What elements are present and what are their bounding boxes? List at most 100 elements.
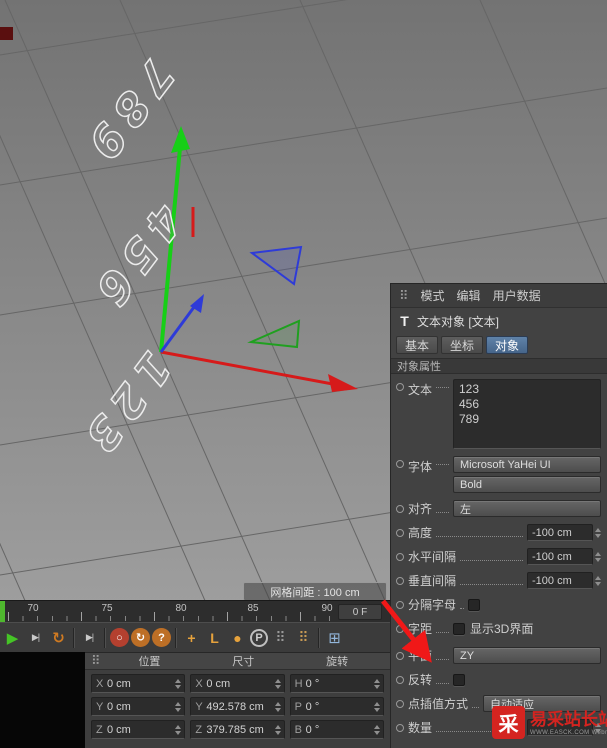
watermark-brand: 易采站长站 [530,709,607,729]
snap-grid-button[interactable]: ⊞ [324,627,345,648]
keyframe-dot[interactable] [396,504,404,513]
count-label: 数量 [408,721,433,735]
menu-mode[interactable]: 模式 [421,287,445,304]
menu-userdata[interactable]: 用户数据 [493,287,541,304]
section-object-properties[interactable]: 对象属性 [391,358,607,374]
keyframe-position-button[interactable]: + [181,627,202,648]
field-spinner[interactable] [374,678,380,689]
font-style-dropdown[interactable]: Bold [453,476,601,493]
autokey-cycle-button[interactable]: ↻ [131,628,150,647]
keyframe-dot[interactable] [396,699,404,708]
watermark-logo: 采 [492,706,525,739]
record-snapshot-button[interactable]: ○ [110,628,129,647]
dotted-leader [436,683,449,684]
x-axis-handle[interactable] [160,350,339,387]
loop-playback-button[interactable]: ↻ [48,627,69,648]
keyframe-dot[interactable] [396,460,404,468]
dotted-leader [436,536,523,537]
rotation-h-field[interactable]: H 0 ° [289,674,384,693]
field-spinner[interactable] [374,701,380,712]
horizontal-spacing-label: 水平间隔 [408,550,457,564]
animation-toolbar: ▶ ▶| ↻ ▶| ○ ↻ ? + L ● P ⠿ ⠿ ⊞ [0,622,390,652]
field-value: 0 ° [305,677,320,690]
dotted-leader [472,707,479,708]
dotted-leader [436,387,449,388]
size-z-field[interactable]: Z 379.785 cm [190,720,285,739]
field-spinner[interactable] [274,701,281,712]
vertical-spacing-spinner[interactable] [595,575,601,586]
height-input[interactable]: -100 cm [527,524,593,541]
reverse-checkbox[interactable] [453,673,465,686]
horizontal-spacing-spinner[interactable] [595,551,601,562]
text-content-input[interactable]: 123 456 789 [453,379,601,449]
size-x-field[interactable]: X 0 cm [190,674,285,693]
position-x-field[interactable]: X 0 cm [91,674,186,693]
keyframe-scale-button[interactable]: L [204,627,225,648]
tab-basic[interactable]: 基本 [396,336,439,354]
coordinate-manager: ⠿ 位置 尺寸 旋转 X 0 cm X 0 cm H 0 ° Y 0 cm Y … [85,652,390,748]
y-axis-arrowhead[interactable] [171,126,190,153]
separate-letters-checkbox[interactable] [468,598,481,611]
keyframe-dot[interactable] [396,552,404,561]
tab-coordinates[interactable]: 坐标 [441,336,484,354]
object-title-row: T 文本对象 [文本] [391,308,607,334]
keyframe-rotation-button[interactable]: ● [227,627,248,648]
field-value: 492.578 cm [206,700,264,713]
next-frame-button[interactable]: ▶| [25,627,46,648]
field-value: 0 cm [206,677,231,690]
rotation-p-field[interactable]: P 0 ° [289,697,384,716]
keyframe-dot[interactable] [396,576,404,585]
keyframe-dot[interactable] [396,528,404,537]
toolbar-separator [104,627,106,648]
keyframe-dot[interactable] [396,383,404,391]
show-3d-gui-checkbox[interactable] [453,622,465,635]
field-spinner[interactable] [175,724,182,735]
rotation-b-field[interactable]: B 0 ° [289,720,384,739]
timeline-ruler[interactable]: 70 75 80 85 90 0 F [0,600,390,623]
goto-end-button[interactable]: ▶| [79,627,100,648]
record-help-button[interactable]: ? [152,628,171,647]
panel-grip-icon: ⠿ [91,653,101,668]
field-spinner[interactable] [374,724,380,735]
field-value: 0 cm [107,723,131,736]
record-snapshot-icon: ○ [116,631,123,644]
attribute-tabs: 基本 坐标 对象 [391,334,607,358]
tab-object[interactable]: 对象 [486,336,529,354]
field-spinner[interactable] [175,678,182,689]
plane-dropdown[interactable]: ZY [453,647,601,664]
axis-label: Z [96,723,103,736]
menu-edit[interactable]: 编辑 [457,287,481,304]
record-help-icon: ? [158,631,165,644]
axis-label: P [294,700,302,713]
height-spinner[interactable] [595,527,601,538]
keyframe-dot[interactable] [396,675,404,684]
vertical-spacing-input[interactable]: -100 cm [527,572,593,589]
ruler-tick-80: 80 [175,603,187,614]
attribute-menubar: ⠿ 模式 编辑 用户数据 [391,284,607,308]
position-y-field[interactable]: Y 0 cm [91,697,186,716]
keyframe-dot[interactable] [396,723,404,732]
align-dropdown[interactable]: 左 [453,500,601,517]
bottom-left-spacer [0,652,85,748]
dotted-leader [460,608,465,609]
field-value: 379.785 cm [206,723,264,736]
position-z-field[interactable]: Z 0 cm [91,720,186,739]
interpolation-label: 点插值方式 [408,697,469,711]
annotation-arrow [381,599,432,663]
horizontal-spacing-input[interactable]: -100 cm [527,548,593,565]
vertical-spacing-label: 垂直间隔 [408,574,457,588]
plane-handle-green[interactable] [247,319,301,349]
x-axis-arrowhead[interactable] [328,374,358,392]
play-button[interactable]: ▶ [2,627,23,648]
field-spinner[interactable] [175,701,182,712]
timeline-playhead[interactable] [0,601,5,623]
font-family-dropdown[interactable]: Microsoft YaHei UI [453,456,601,473]
keyframe-position-icon: + [187,629,196,646]
keyframe-points-button-a[interactable]: ⠿ [270,627,291,648]
plane-handle-blue[interactable] [249,245,303,286]
keyframe-parameter-button[interactable]: P [250,628,268,647]
keyframe-points-button-b[interactable]: ⠿ [293,627,314,648]
size-y-field[interactable]: Y 492.578 cm [190,697,285,716]
field-spinner[interactable] [274,678,281,689]
field-spinner[interactable] [274,724,281,735]
